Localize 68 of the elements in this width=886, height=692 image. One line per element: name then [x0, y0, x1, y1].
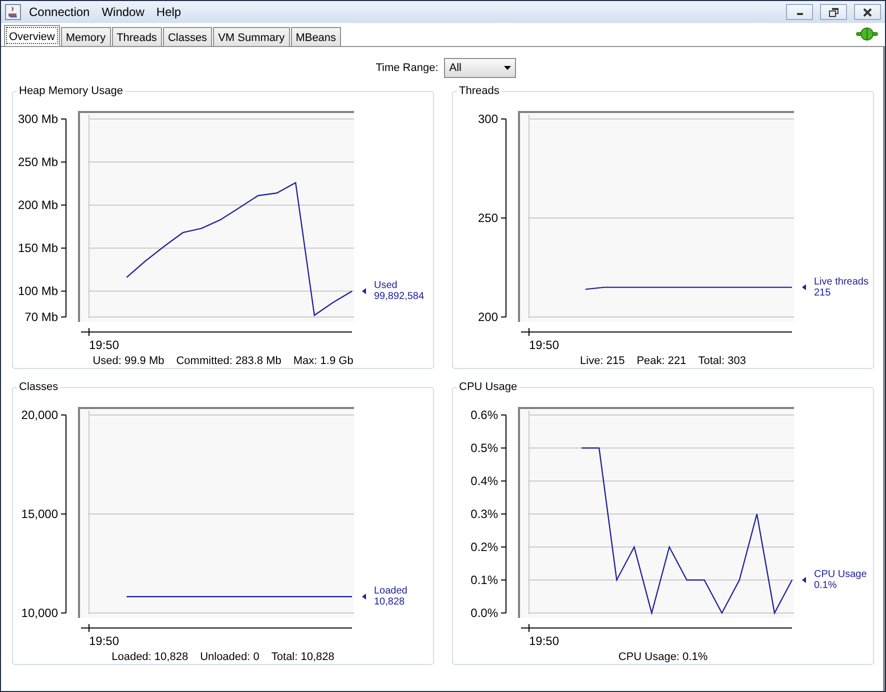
plug-icon	[855, 27, 879, 41]
axis-label: 300	[478, 112, 498, 126]
series-name: CPU Usage	[814, 569, 867, 580]
axis-label: 10,000	[21, 606, 58, 620]
tab[interactable]: Overview	[4, 25, 60, 46]
tab[interactable]: Threads	[112, 27, 162, 46]
axis-label: 20,000	[21, 408, 58, 422]
stat-text: Used: 99.9 Mb	[92, 355, 164, 367]
series-value: 0.1%	[814, 580, 837, 591]
marker-icon	[362, 288, 366, 294]
panel-title: CPU Usage	[458, 381, 518, 393]
stat-text: Total: 303	[698, 355, 746, 367]
caret-icon	[504, 66, 512, 70]
axis-label: 19:50	[89, 338, 120, 352]
axis-label: 200 Mb	[18, 198, 58, 212]
axis-label: 250 Mb	[18, 155, 58, 170]
menu-item[interactable]: Connection	[25, 4, 94, 20]
panel-title: Classes	[18, 381, 60, 393]
axis-label: 250	[478, 211, 498, 225]
stat-text: Total: 10,828	[271, 651, 334, 663]
panel-title: Heap Memory Usage	[18, 85, 124, 97]
marker-icon	[362, 594, 366, 600]
axis-label: 70 Mb	[24, 310, 58, 324]
axis-label: 15,000	[21, 507, 58, 521]
axis-label: 300 Mb	[18, 112, 58, 126]
stat-text: Committed: 283.8 Mb	[176, 355, 282, 367]
panel-title: Threads	[458, 85, 500, 97]
marker-icon	[802, 284, 806, 290]
tab[interactable]: VM Summary	[213, 27, 290, 46]
series-value: 99,892,584	[374, 291, 424, 302]
stat-text: Loaded: 10,828	[112, 651, 188, 663]
axis-label: 19:50	[529, 634, 560, 648]
axis-label: 0.6%	[470, 408, 498, 422]
minimize-button[interactable]	[786, 4, 813, 20]
axis-label: 0.5%	[470, 441, 498, 455]
menu-item[interactable]: Window	[98, 4, 148, 20]
cup-icon	[5, 4, 21, 20]
stat-text: Peak: 221	[636, 355, 686, 367]
series-name: Used	[374, 280, 398, 292]
close-icon	[863, 8, 872, 16]
stat-text: Max: 1.9 Gb	[293, 355, 354, 367]
stat-text: Unloaded: 0	[200, 651, 260, 663]
axis-label: 0.2%	[470, 540, 498, 554]
axis-label: 200	[478, 310, 498, 324]
axis-label: 0.0%	[470, 606, 498, 620]
axis-label: 0.1%	[470, 573, 498, 587]
axis-label: 19:50	[89, 634, 120, 648]
tab[interactable]: MBeans	[290, 27, 342, 46]
menu-item[interactable]: Help	[152, 4, 186, 20]
axis-label: 0.3%	[470, 507, 498, 521]
restore-icon	[828, 8, 838, 16]
stat-text: Live: 215	[580, 355, 625, 367]
tab[interactable]: Classes	[162, 27, 212, 46]
time-range-label: Time Range:	[376, 62, 438, 74]
time-range-dropdown[interactable]: All	[444, 58, 516, 78]
series-value: 215	[814, 287, 831, 298]
axis-label: 0.4%	[470, 474, 498, 488]
marker-icon	[802, 577, 806, 583]
axis-label: 100 Mb	[18, 284, 58, 298]
series-name: Live threads	[814, 276, 868, 288]
series-name: Loaded	[374, 586, 408, 597]
axis-label: 19:50	[529, 338, 560, 352]
stat-text: CPU Usage: 0.1%	[618, 651, 708, 663]
tab[interactable]: Memory	[60, 27, 111, 46]
series-value: 10,828	[374, 596, 405, 608]
axis-label: 150 Mb	[18, 241, 58, 256]
restore-button[interactable]	[820, 4, 847, 20]
close-button[interactable]	[854, 4, 881, 20]
